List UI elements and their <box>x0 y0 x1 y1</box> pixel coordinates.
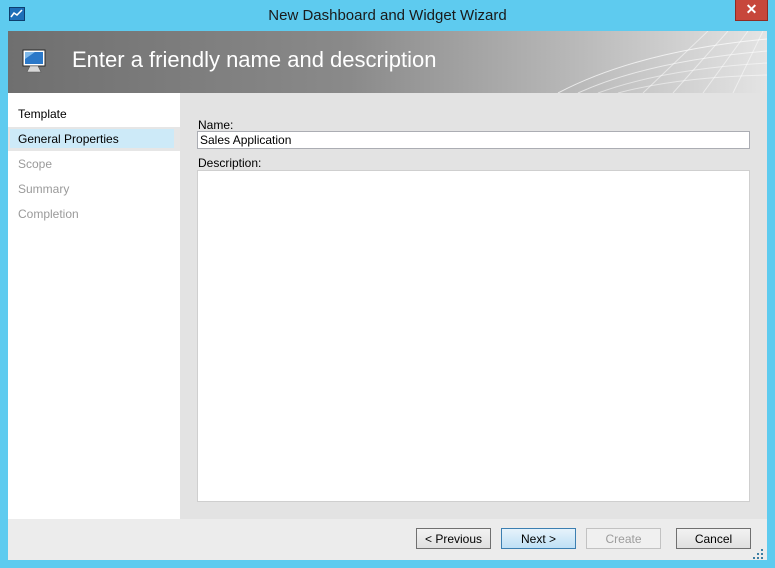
sidebar-item-label: General Properties <box>18 132 119 146</box>
header-banner: Enter a friendly name and description <box>8 31 767 93</box>
wizard-steps-sidebar: Template General Properties Scope Summar… <box>8 93 180 519</box>
description-label: Description: <box>198 156 262 170</box>
close-button[interactable]: ✕ <box>735 0 768 21</box>
sidebar-item-completion: Completion <box>8 202 180 226</box>
sidebar-item-label: Completion <box>18 207 79 221</box>
resize-grip-icon[interactable] <box>752 548 764 560</box>
sidebar-item-label: Summary <box>18 182 70 196</box>
name-label: Name: <box>198 118 234 132</box>
create-button: Create <box>586 528 661 549</box>
previous-button[interactable]: < Previous <box>416 528 491 549</box>
button-bar: < Previous Next > Create Cancel <box>8 519 767 560</box>
wizard-window: New Dashboard and Widget Wizard ✕ Enter … <box>0 0 775 568</box>
cancel-button[interactable]: Cancel <box>676 528 751 549</box>
monitor-icon <box>20 47 50 77</box>
sidebar-item-general-properties[interactable]: General Properties <box>8 127 180 151</box>
description-field[interactable] <box>197 170 750 502</box>
next-button[interactable]: Next > <box>501 528 576 549</box>
sidebar-item-template[interactable]: Template <box>8 102 180 126</box>
sidebar-item-scope: Scope <box>8 152 180 176</box>
client-area: Enter a friendly name and description Te… <box>8 31 767 560</box>
page-title: Enter a friendly name and description <box>72 47 437 72</box>
sidebar-item-label: Scope <box>18 157 53 171</box>
window-title: New Dashboard and Widget Wizard <box>268 7 507 24</box>
properties-panel: Name: Description: <box>180 93 767 519</box>
title-bar[interactable]: New Dashboard and Widget Wizard ✕ <box>0 0 775 31</box>
sidebar-item-label: Template <box>18 107 67 121</box>
banner-decoration <box>557 31 767 93</box>
close-icon: ✕ <box>745 1 758 17</box>
sidebar-item-summary: Summary <box>8 177 180 201</box>
name-field[interactable] <box>197 131 750 149</box>
